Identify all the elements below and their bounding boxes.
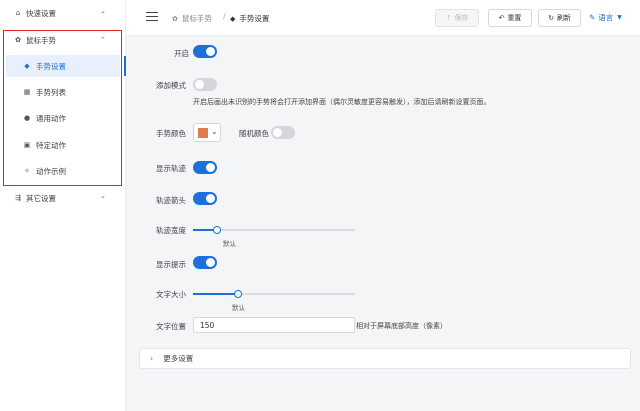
reset-button[interactable]: ↶ 重置 [488, 9, 532, 27]
text-size-slider[interactable] [193, 290, 355, 298]
refresh-icon: ↻ [548, 14, 554, 22]
gesture-color-label: 手势颜色 [156, 129, 186, 138]
text-position-label: 文字位置 [156, 322, 186, 331]
sidebar-item-quick-settings[interactable]: ⌂ 快速设置 ⌄ [0, 2, 126, 24]
slider-thumb[interactable] [213, 226, 221, 234]
language-label: 语言 [598, 13, 614, 22]
language-dropdown[interactable]: ✎ 语言 ▼ [589, 12, 622, 23]
random-color-label: 随机颜色 [239, 129, 269, 138]
gesture-icon: ◆ [230, 14, 236, 23]
slider-thumb[interactable] [234, 290, 242, 298]
trail-width-slider[interactable] [193, 226, 355, 234]
text-position-input[interactable]: 150 [193, 317, 355, 333]
text-size-caption: 默认 [232, 304, 245, 312]
breadcrumb-parent[interactable]: ✿ 鼠标手势 [172, 13, 212, 24]
gesture-color-picker[interactable]: ⌄ [193, 123, 221, 142]
show-trail-label: 显示轨迹 [156, 164, 186, 173]
sidebar-item-label: 其它设置 [26, 193, 56, 203]
chevron-right-icon: › [150, 354, 154, 363]
menu-toggle-icon[interactable] [146, 12, 158, 22]
chevron-down-icon: ⌄ [211, 127, 218, 136]
settings-panel: 开启 添加模式 开启后画出未识别的手势将会打开添加界面（偶尔灵敏度更容易触发），… [126, 36, 640, 411]
show-trail-toggle[interactable] [193, 161, 217, 174]
save-icon: ⇡ [445, 14, 452, 22]
home-icon: ⌂ [15, 9, 21, 17]
text-position-suffix: 相对于屏幕底部高度（像素） [356, 322, 447, 330]
random-color-toggle[interactable] [271, 126, 295, 139]
sliders-icon: ⇶ [15, 194, 21, 202]
add-mode-label: 添加模式 [156, 81, 186, 90]
sidebar: ⌂ 快速设置 ⌄ ✿ 鼠标手势 ⌃ ◆ 手势设置 ▦ 手势列表 ● 通用动作 ▣… [0, 0, 126, 411]
save-label: 保存 [454, 14, 469, 22]
breadcrumb-label: 手势设置 [239, 14, 270, 23]
more-settings-label: 更多设置 [163, 354, 194, 363]
slider-fill [193, 293, 238, 295]
chevron-down-icon: ⌄ [100, 192, 106, 200]
text-size-label: 文字大小 [156, 290, 186, 299]
undo-icon: ↶ [498, 14, 505, 22]
trail-width-label: 轨迹宽度 [156, 226, 186, 235]
header: ✿ 鼠标手势 / ◆ 手势设置 ⇡ 保存 ↶ 重置 ↻ 刷新 ✎ 语言 ▼ [126, 0, 640, 36]
breadcrumb-separator: / [223, 12, 226, 21]
breadcrumb-current: ◆ 手势设置 [230, 13, 269, 24]
refresh-label: 刷新 [556, 14, 571, 22]
enable-toggle[interactable] [193, 45, 217, 58]
sidebar-item-other-settings[interactable]: ⇶ 其它设置 ⌄ [0, 187, 126, 209]
add-mode-toggle[interactable] [193, 78, 217, 91]
more-settings-panel[interactable]: › 更多设置 [139, 348, 631, 369]
color-swatch [198, 128, 208, 138]
trail-arrow-toggle[interactable] [193, 192, 217, 205]
show-hint-toggle[interactable] [193, 256, 217, 269]
sidebar-item-label: 快速设置 [26, 8, 56, 18]
show-hint-label: 显示提示 [156, 260, 186, 269]
caret-down-icon: ▼ [617, 14, 622, 21]
refresh-button[interactable]: ↻ 刷新 [538, 9, 581, 27]
translate-icon: ✎ [589, 13, 596, 22]
chevron-down-icon: ⌄ [100, 7, 106, 15]
trail-width-caption: 默认 [223, 240, 236, 248]
trail-arrow-label: 轨迹箭头 [156, 196, 186, 205]
add-mode-note: 开启后画出未识别的手势将会打开添加界面（偶尔灵敏度更容易触发），添加后请刷新设置… [193, 98, 491, 106]
enable-label: 开启 [174, 49, 189, 58]
breadcrumb-label: 鼠标手势 [181, 14, 212, 23]
save-button[interactable]: ⇡ 保存 [435, 9, 479, 27]
reset-label: 重置 [507, 14, 522, 22]
gear-icon: ✿ [172, 14, 178, 23]
highlight-box [3, 30, 122, 186]
